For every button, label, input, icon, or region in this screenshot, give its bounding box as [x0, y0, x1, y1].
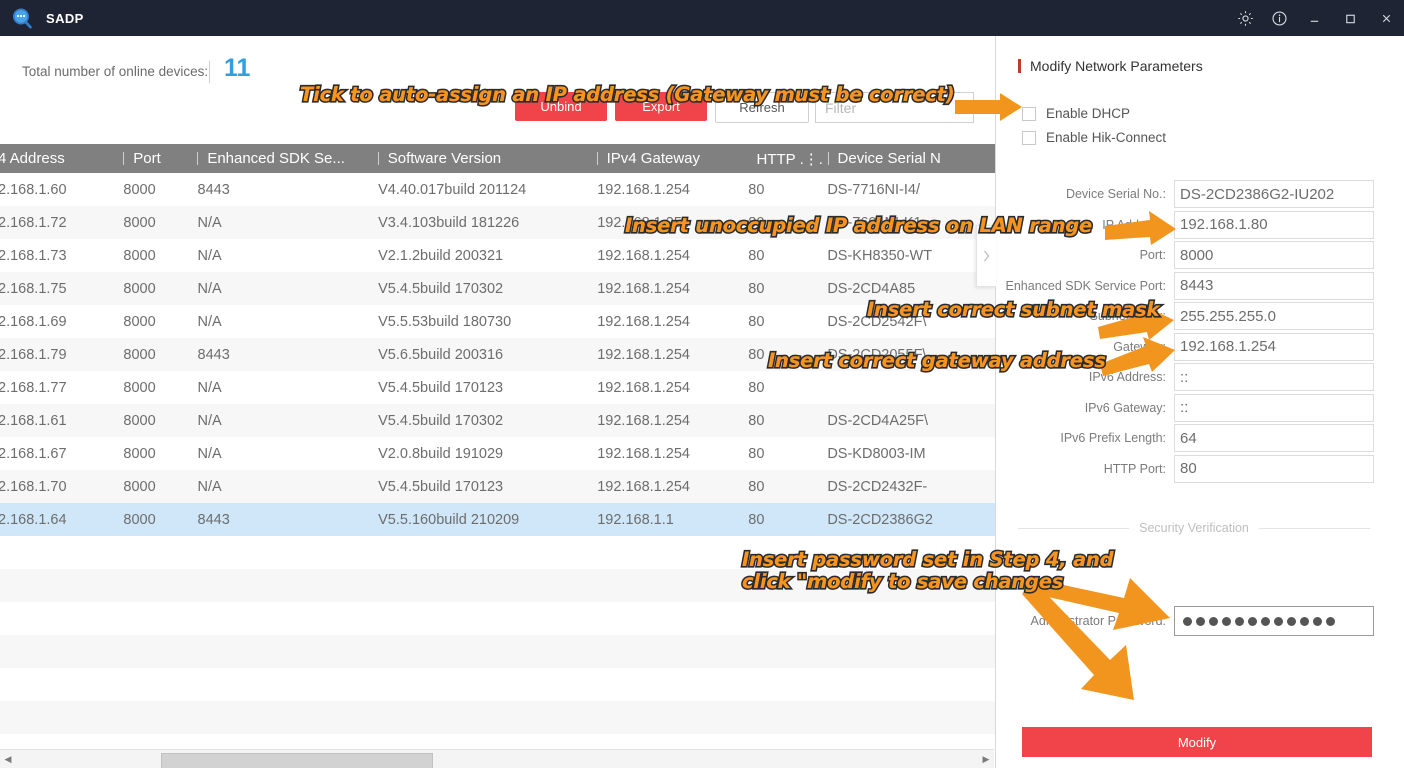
- annotation-gateway: Insert correct gateway address: [768, 349, 1106, 372]
- sadp-application-window: SADP Total number of online devices: 11 …: [0, 0, 1404, 768]
- annotation-password: Insert password set in Step 4, and click…: [742, 548, 1114, 594]
- arrow-to-gateway-field: [1100, 337, 1175, 376]
- annotation-dhcp: Tick to auto-assign an IP address (Gatew…: [300, 83, 955, 106]
- arrow-to-ip-address-field: [1105, 211, 1176, 245]
- annotation-subnet: Insert correct subnet mask: [867, 298, 1160, 321]
- annotation-ip: Insert unoccupied IP address on LAN rang…: [625, 214, 1093, 237]
- arrow-to-dhcp-checkbox: [955, 93, 1022, 121]
- annotation-arrows: [955, 93, 1176, 700]
